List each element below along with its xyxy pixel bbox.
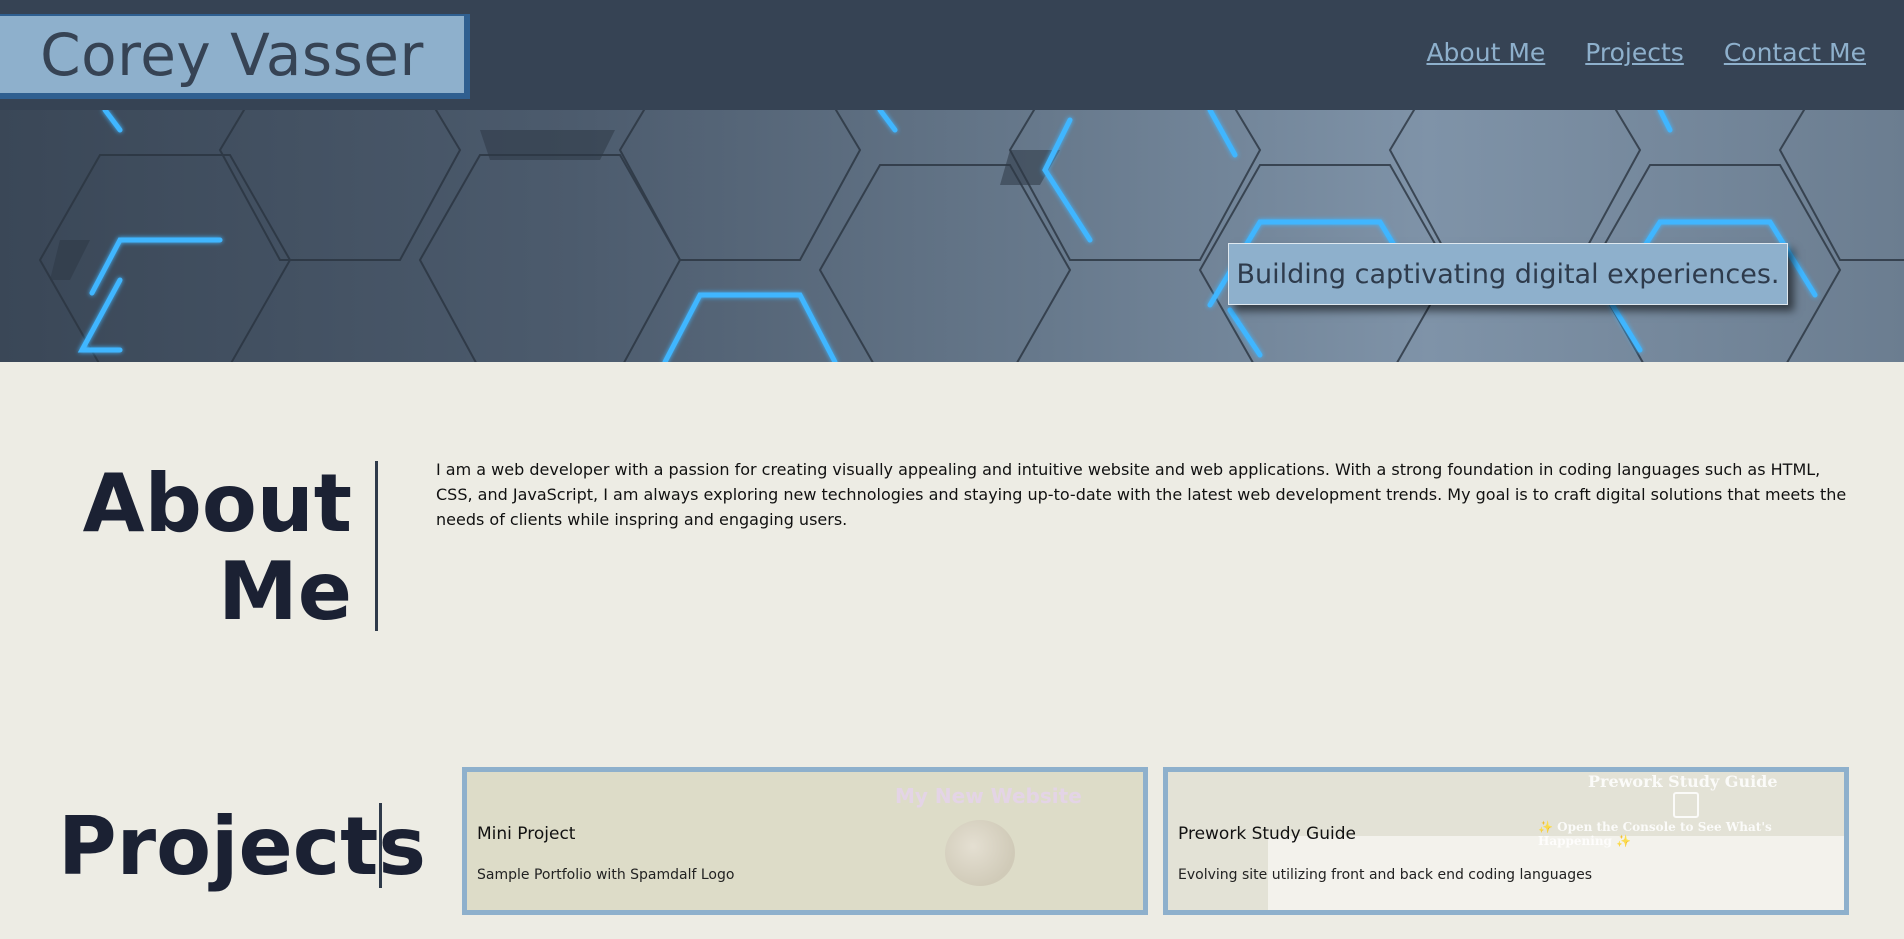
site-name: Corey Vasser: [40, 20, 424, 89]
project-card-title: Prework Study Guide: [1178, 824, 1356, 844]
about-divider: [375, 461, 378, 631]
project-card-description: Sample Portfolio with Spamdalf Logo: [477, 867, 735, 883]
nav-link-projects[interactable]: Projects: [1585, 38, 1684, 67]
projects-divider: [379, 803, 382, 888]
spamdalf-logo-image: [945, 820, 1015, 886]
about-heading-line-1: About: [82, 457, 352, 550]
preview-heading: My New Website: [895, 784, 1082, 808]
tagline-text: Building captivating digital experiences…: [1236, 258, 1780, 290]
main-nav: About Me Projects Contact Me: [1426, 38, 1866, 67]
project-card-description: Evolving site utilizing front and back e…: [1178, 867, 1592, 883]
site-name-box: Corey Vasser: [0, 14, 470, 99]
projects-heading: Projects: [58, 800, 427, 893]
site-header: Corey Vasser About Me Projects Contact M…: [0, 0, 1904, 110]
hexagon-pattern-image: [38, 110, 1904, 362]
preview-heading: Prework Study Guide: [1588, 772, 1778, 791]
nav-link-contact-me[interactable]: Contact Me: [1724, 38, 1866, 67]
preview-subheading: ✨ Open the Console to See What's Happeni…: [1538, 820, 1772, 848]
hero-banner: Building captivating digital experiences…: [0, 110, 1904, 362]
project-card-title: Mini Project: [477, 824, 576, 844]
about-heading-line-2: Me: [218, 545, 352, 638]
about-paragraph: I am a web developer with a passion for …: [436, 460, 1847, 529]
project-card-prework-study-guide[interactable]: Prework Study Guide ✨ Open the Console t…: [1163, 767, 1849, 915]
tagline-box: Building captivating digital experiences…: [1228, 243, 1788, 305]
page: Corey Vasser About Me Projects Contact M…: [0, 0, 1904, 939]
preview-icon: [1673, 792, 1699, 818]
nav-link-about-me[interactable]: About Me: [1426, 38, 1545, 67]
about-heading: About Me: [83, 460, 352, 636]
project-card-mini-project[interactable]: My New Website Mini Project Sample Portf…: [462, 767, 1148, 915]
